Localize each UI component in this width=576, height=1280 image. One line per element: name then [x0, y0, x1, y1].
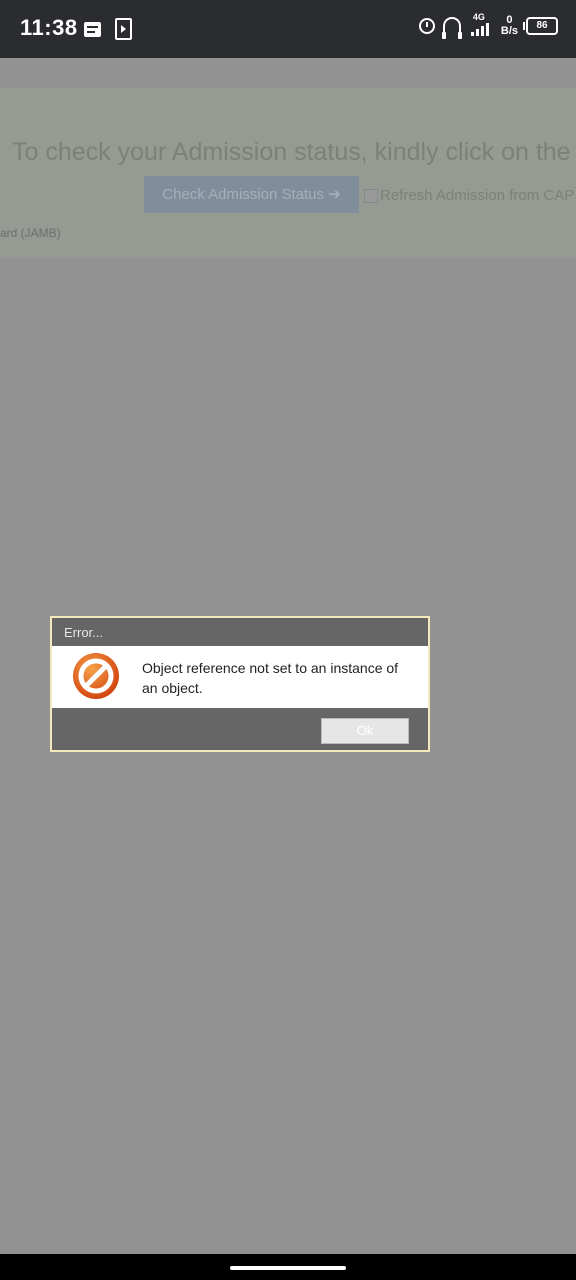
signal-icon: 4G — [469, 12, 493, 38]
error-dialog: Error... Object reference not set to an … — [50, 616, 430, 752]
network-type: 4G — [472, 12, 485, 22]
message-icon — [84, 21, 101, 37]
dialog-body: Object reference not set to an instance … — [52, 646, 428, 708]
alarm-icon — [418, 18, 435, 34]
home-gesture-handle[interactable] — [230, 1266, 346, 1270]
banner-text: To check your Admission status, kindly c… — [12, 138, 576, 166]
admission-banner: To check your Admission status, kindly c… — [0, 88, 576, 258]
dialog-title: Error... — [64, 625, 104, 640]
ok-button[interactable]: Ok — [321, 718, 409, 744]
status-bar: 11:38 4G 0 B/s 86 — [0, 0, 576, 58]
dialog-message: Object reference not set to an instance … — [142, 660, 399, 696]
battery-icon: 86 — [523, 17, 558, 35]
refresh-checkbox[interactable] — [364, 188, 378, 203]
refresh-admission-option[interactable]: Refresh Admission from CAP — [364, 187, 574, 204]
arrow-circle-icon: ➔ — [328, 186, 341, 203]
navigation-bar — [0, 1254, 576, 1280]
status-time: 11:38 — [20, 15, 78, 40]
data-speed: 0 B/s — [500, 14, 518, 37]
stop-icon — [73, 653, 119, 699]
headphone-icon — [441, 17, 462, 39]
check-admission-button[interactable]: Check Admission Status ➔ — [144, 176, 359, 213]
board-text: ard (JAMB) — [0, 226, 61, 240]
play-icon — [115, 18, 132, 40]
refresh-label: Refresh Admission from CAP — [380, 187, 575, 204]
